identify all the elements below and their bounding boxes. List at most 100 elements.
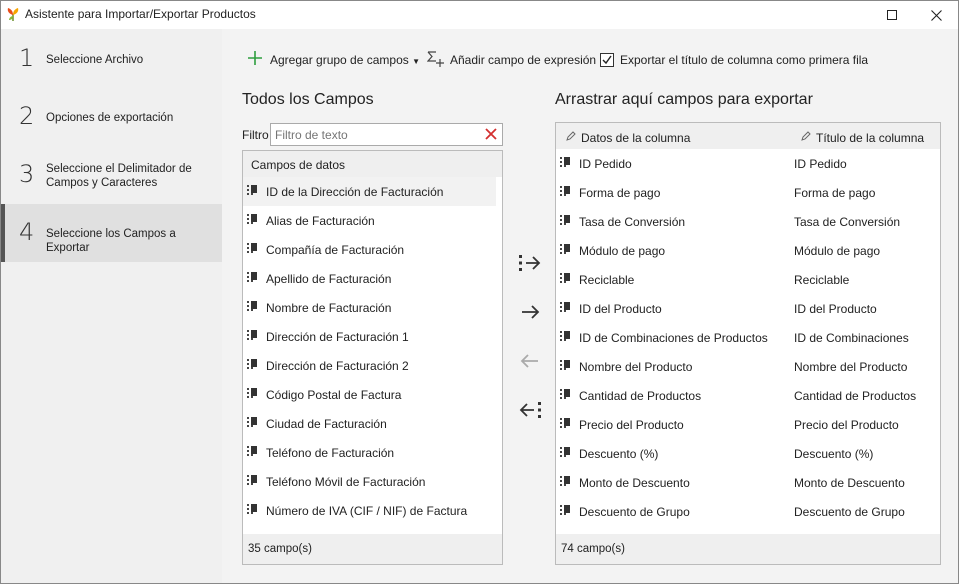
table-row[interactable]: Monto de Descuento Monto de Descuento — [556, 468, 940, 497]
step-export-options[interactable]: 2 Opciones de exportación — [1, 88, 222, 146]
drag-handle-icon[interactable] — [247, 417, 259, 429]
list-item[interactable]: ID de la Dirección de Facturación — [243, 177, 496, 206]
table-row[interactable]: Cantidad de Productos Cantidad de Product… — [556, 381, 940, 410]
list-item[interactable]: Compañía de Facturación — [243, 235, 496, 264]
column-data-cell: Precio del Producto — [579, 418, 684, 432]
field-name: Teléfono Móvil de Facturación — [266, 475, 426, 489]
table-row[interactable]: Descuento de Grupo Descuento de Grupo — [556, 497, 940, 526]
table-row[interactable]: Descuento (%) Descuento (%) — [556, 439, 940, 468]
column-title-cell[interactable]: Tasa de Conversión — [794, 215, 900, 229]
table-row[interactable]: Módulo de pago Módulo de pago — [556, 236, 940, 265]
left-field-count: 35 campo(s) — [248, 543, 312, 555]
drag-handle-icon[interactable] — [560, 389, 572, 401]
table-row[interactable]: ID Pedido ID Pedido — [556, 149, 940, 178]
column-data-cell: ID del Producto — [579, 302, 662, 316]
step-delimiter[interactable]: 3 Seleccione el Delimitador de Campos y … — [1, 146, 222, 204]
drag-handle-icon[interactable] — [560, 157, 572, 169]
field-name: Número de IVA (CIF / NIF) de Factura — [266, 504, 468, 518]
table-row[interactable]: Reciclable Reciclable — [556, 265, 940, 294]
drag-handle-icon[interactable] — [560, 186, 572, 198]
drag-handle-icon[interactable] — [560, 331, 572, 343]
export-fields-list[interactable]: Datos de la columna Título de la columna… — [555, 122, 941, 565]
list-item[interactable]: Dirección de Facturación 1 — [243, 322, 496, 351]
add-expression-button[interactable]: Añadir campo de expresión — [450, 53, 596, 67]
drag-handle-icon[interactable] — [247, 330, 259, 342]
step-select-file[interactable]: 1 Seleccione Archivo — [1, 30, 222, 88]
field-name: Dirección de Facturación 1 — [266, 330, 409, 344]
all-fields-title: Todos los Campos — [242, 91, 374, 108]
drag-handle-icon[interactable] — [247, 185, 259, 197]
column-title-cell[interactable]: Cantidad de Productos — [794, 389, 916, 403]
drag-handle-icon[interactable] — [247, 504, 259, 516]
column-title-cell[interactable]: Descuento (%) — [794, 447, 873, 461]
export-title-label[interactable]: Exportar el título de columna como prime… — [620, 53, 868, 67]
remove-all-arrow-icon[interactable] — [517, 399, 543, 421]
all-fields-list[interactable]: Campos de datos ID de la Dirección de Fa… — [242, 150, 503, 565]
list-item[interactable]: Nombre de Facturación — [243, 293, 496, 322]
filter-input[interactable] — [271, 124, 471, 145]
column-title-header: Título de la columna — [816, 131, 925, 145]
list-item[interactable]: Teléfono Móvil de Facturación — [243, 467, 496, 496]
column-title-cell[interactable]: Reciclable — [794, 273, 849, 287]
drag-handle-icon[interactable] — [247, 388, 259, 400]
add-arrow-icon[interactable] — [517, 301, 543, 323]
column-title-cell[interactable]: Descuento de Grupo — [794, 505, 905, 519]
drag-handle-icon[interactable] — [247, 359, 259, 371]
drag-handle-icon[interactable] — [247, 243, 259, 255]
table-row[interactable]: Forma de pago Forma de pago — [556, 178, 940, 207]
remove-arrow-icon[interactable] — [517, 350, 543, 372]
list-item[interactable]: Alias de Facturación — [243, 206, 496, 235]
column-title-cell[interactable]: Módulo de pago — [794, 244, 880, 258]
step-select-fields[interactable]: 4 Seleccione los Campos a Exportar — [1, 204, 222, 262]
drag-handle-icon[interactable] — [560, 418, 572, 430]
drag-handle-icon[interactable] — [247, 272, 259, 284]
maximize-button[interactable] — [870, 1, 914, 29]
filter-field[interactable] — [270, 123, 503, 146]
drag-handle-icon[interactable] — [560, 302, 572, 314]
right-field-count: 74 campo(s) — [561, 543, 625, 555]
list-item[interactable]: Apellido de Facturación — [243, 264, 496, 293]
table-row[interactable]: ID de Combinaciones de Productos ID de Co… — [556, 323, 940, 352]
column-title-cell[interactable]: Forma de pago — [794, 186, 875, 200]
table-row[interactable]: ID del Producto ID del Producto — [556, 294, 940, 323]
list-header: Campos de datos — [243, 151, 502, 177]
list-item[interactable]: Dirección de Facturación 2 — [243, 351, 496, 380]
column-title-cell[interactable]: Nombre del Producto — [794, 360, 907, 374]
list-item[interactable]: Código Postal de Factura — [243, 380, 496, 409]
clear-filter-icon[interactable] — [484, 127, 498, 141]
drag-handle-icon[interactable] — [560, 360, 572, 372]
drag-handle-icon[interactable] — [247, 301, 259, 313]
list-item[interactable]: Ciudad de Facturación — [243, 409, 496, 438]
column-title-cell[interactable]: Precio del Producto — [794, 418, 899, 432]
drag-handle-icon[interactable] — [560, 244, 572, 256]
drag-handle-icon[interactable] — [560, 505, 572, 517]
list-footer: 74 campo(s) — [556, 534, 940, 564]
column-title-cell[interactable]: Monto de Descuento — [794, 476, 905, 490]
table-row[interactable]: Nombre del Producto Nombre del Producto — [556, 352, 940, 381]
table-row[interactable]: Tasa de Conversión Tasa de Conversión — [556, 207, 940, 236]
column-title-cell[interactable]: ID de Combinaciones — [794, 331, 909, 345]
column-title-cell[interactable]: ID del Producto — [794, 302, 877, 316]
step-number: 3 — [19, 160, 35, 188]
sigma-plus-icon[interactable] — [427, 51, 445, 67]
list-item[interactable]: Teléfono de Facturación — [243, 438, 496, 467]
field-name: Ciudad de Facturación — [266, 417, 387, 431]
drag-handle-icon[interactable] — [560, 447, 572, 459]
table-row[interactable]: Precio del Producto Precio del Producto — [556, 410, 940, 439]
plus-icon[interactable] — [248, 51, 262, 65]
list-item[interactable]: Número de IVA (CIF / NIF) de Factura — [243, 496, 496, 525]
toolbar: Agregar grupo de campos ▼ Añadir campo d… — [222, 29, 958, 69]
field-name: Nombre de Facturación — [266, 301, 392, 315]
drag-handle-icon[interactable] — [247, 475, 259, 487]
column-title-cell[interactable]: ID Pedido — [794, 157, 847, 171]
drag-handle-icon[interactable] — [560, 215, 572, 227]
drag-handle-icon[interactable] — [560, 476, 572, 488]
drag-handle-icon[interactable] — [560, 273, 572, 285]
add-group-button[interactable]: Agregar grupo de campos ▼ — [270, 53, 420, 67]
add-all-arrow-icon[interactable] — [517, 252, 543, 274]
field-name: Alias de Facturación — [266, 214, 375, 228]
drag-handle-icon[interactable] — [247, 446, 259, 458]
close-button[interactable] — [914, 1, 958, 29]
export-title-checkbox[interactable] — [600, 53, 614, 67]
drag-handle-icon[interactable] — [247, 214, 259, 226]
